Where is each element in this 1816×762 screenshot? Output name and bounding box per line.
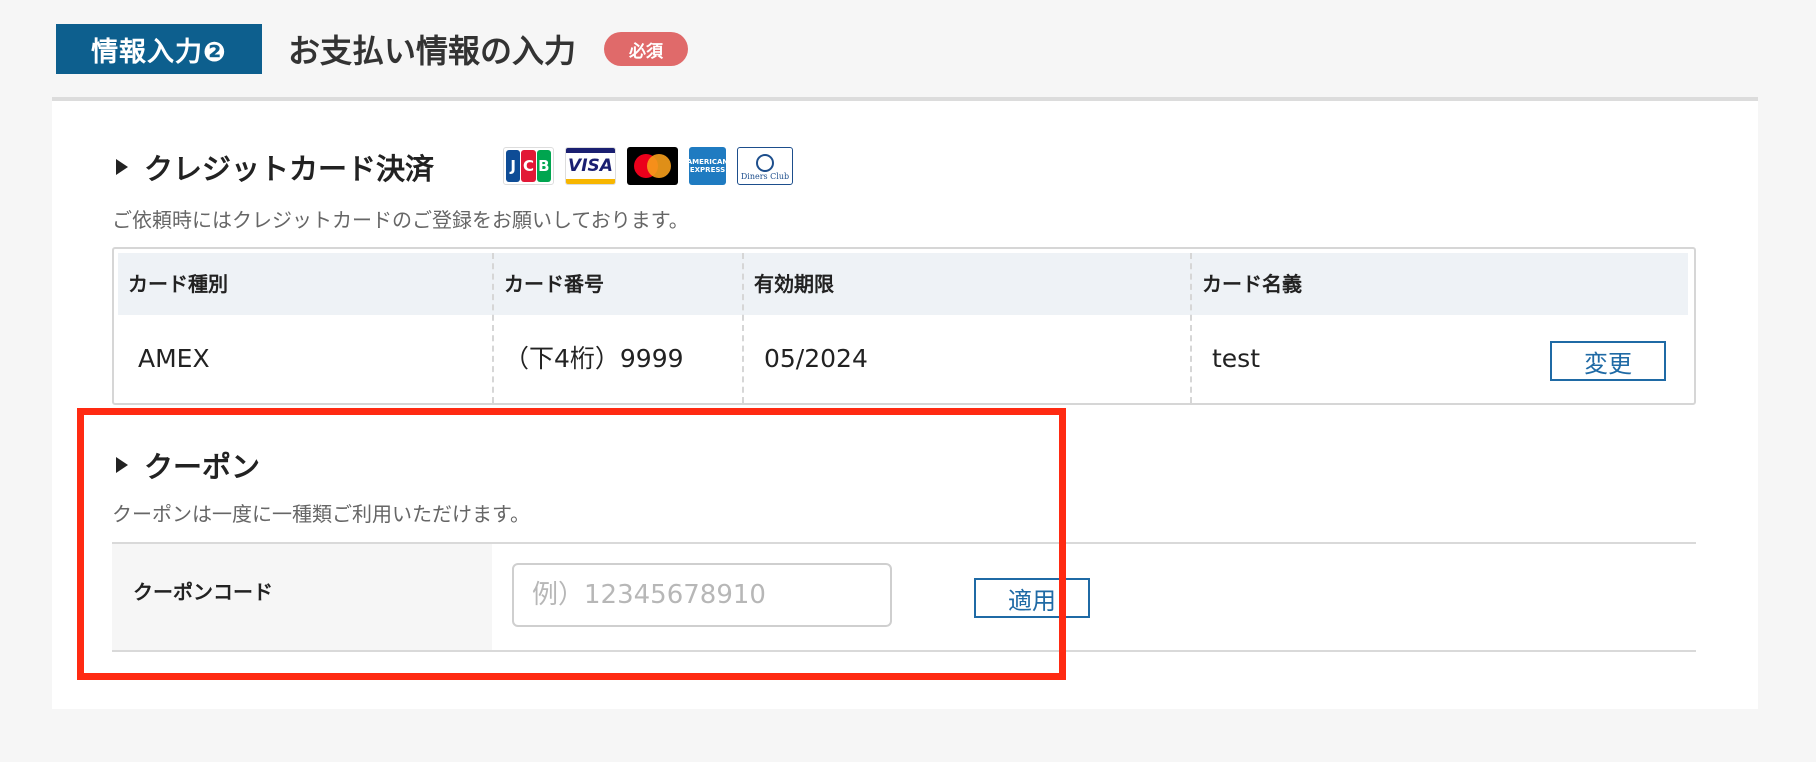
- section-header: 情報入力❷ お支払い情報の入力 必須: [56, 24, 689, 74]
- page-title: お支払い情報の入力: [288, 32, 577, 70]
- jcb-logo: JCB: [503, 147, 554, 185]
- credit-card-heading-label: クレジットカード決済: [144, 152, 435, 186]
- card-table-header: [118, 253, 1688, 315]
- coupon-highlight-box: [77, 408, 1066, 680]
- card-brand-logos: JCB VISA AMERICAN EXPRESS Diners Club: [503, 147, 793, 185]
- credit-card-heading: クレジットカード決済: [116, 146, 434, 188]
- card-info-table: カード種別 カード番号 有効期限 カード名義 AMEX （下4桁）9999 05…: [112, 247, 1696, 405]
- diners-club-logo: Diners Club: [737, 147, 793, 185]
- expiry-value: 05/2024: [764, 344, 868, 373]
- required-badge: 必須: [604, 32, 689, 66]
- card-holder-value: test: [1212, 344, 1261, 373]
- mastercard-logo: [627, 147, 678, 185]
- card-number-value: （下4桁）9999: [504, 344, 684, 373]
- visa-logo: VISA: [565, 147, 616, 185]
- credit-card-note: ご依頼時にはクレジットカードのご登録をお願いしております。: [112, 208, 689, 232]
- header-card-holder: カード名義: [1202, 272, 1302, 296]
- amex-logo: AMERICAN EXPRESS: [689, 147, 726, 185]
- step-badge: 情報入力❷: [56, 24, 262, 74]
- header-card-type: カード種別: [128, 272, 228, 296]
- triangle-right-icon: [116, 159, 128, 175]
- card-type-value: AMEX: [138, 344, 210, 373]
- header-card-number: カード番号: [504, 272, 604, 296]
- change-card-button[interactable]: 変更: [1550, 341, 1666, 381]
- header-expiry: 有効期限: [754, 272, 834, 296]
